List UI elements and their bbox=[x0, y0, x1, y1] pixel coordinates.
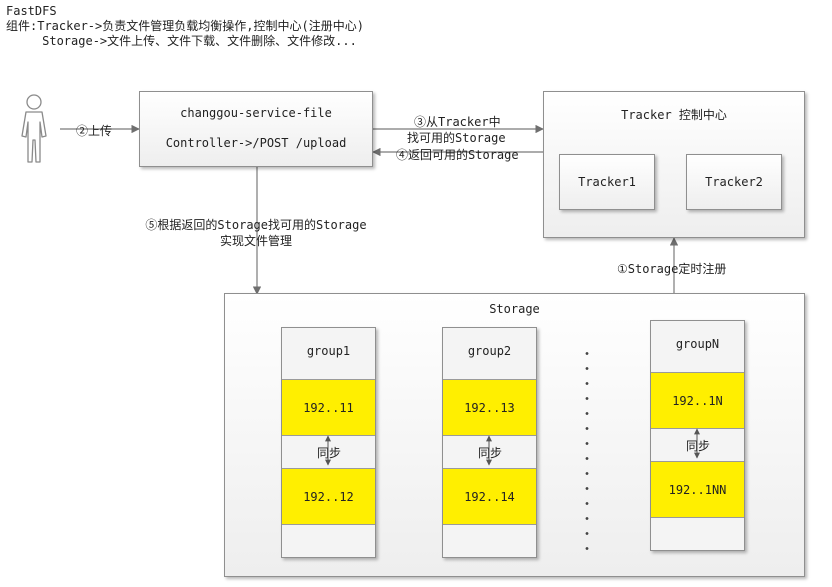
group2-server-1[interactable]: 192..13 bbox=[443, 379, 536, 436]
user-icon bbox=[21, 94, 47, 163]
tracker1-label: Tracker1 bbox=[578, 175, 636, 189]
tracker1-node[interactable]: Tracker1 bbox=[559, 154, 655, 210]
service-box[interactable]: changgou-service-file Controller->/POST … bbox=[139, 91, 373, 167]
more-groups-ellipsis bbox=[585, 346, 589, 556]
service-name: changgou-service-file bbox=[180, 106, 332, 120]
tracker2-label: Tracker2 bbox=[705, 175, 763, 189]
register-label: ①Storage定时注册 bbox=[617, 262, 727, 276]
group2-name: group2 bbox=[467, 344, 512, 358]
groupN-name: groupN bbox=[675, 337, 720, 351]
group2-ip2: 192..14 bbox=[464, 489, 515, 504]
group1-sync-label: 同步 bbox=[315, 444, 344, 461]
groupN-server-1[interactable]: 192..1N bbox=[651, 372, 744, 429]
find-storage-label-line1: ③从Tracker中 bbox=[414, 115, 501, 129]
group1-box[interactable]: group1 192..11 同步 192..12 bbox=[281, 327, 376, 558]
tracker-title: Tracker 控制中心 bbox=[621, 108, 727, 122]
find-storage-label-line2: 找可用的Storage bbox=[407, 131, 506, 145]
manage-label-line1: ⑤根据返回的Storage找可用的Storage bbox=[145, 218, 367, 232]
tracker-box[interactable]: Tracker 控制中心 Tracker1 Tracker2 bbox=[543, 91, 805, 238]
group2-ip1: 192..13 bbox=[464, 400, 515, 415]
group1-server-2[interactable]: 192..12 bbox=[282, 468, 375, 525]
groupN-box[interactable]: groupN 192..1N 同步 192..1NN bbox=[650, 320, 745, 551]
group1-ip2: 192..12 bbox=[303, 489, 354, 504]
groupN-sync-label: 同步 bbox=[684, 437, 713, 454]
group1-name: group1 bbox=[306, 344, 351, 358]
groupN-server-2[interactable]: 192..1NN bbox=[651, 461, 744, 518]
storage-box[interactable]: Storage group1 192..11 同步 192..12 group2… bbox=[224, 293, 805, 577]
group2-server-2[interactable]: 192..14 bbox=[443, 468, 536, 525]
service-endpoint: Controller->/POST /upload bbox=[165, 136, 347, 150]
group1-ip1: 192..11 bbox=[303, 400, 354, 415]
manage-label-line2: 实现文件管理 bbox=[219, 234, 292, 248]
tracker2-node[interactable]: Tracker2 bbox=[686, 154, 782, 210]
groupN-ip1: 192..1N bbox=[672, 393, 723, 408]
return-storage-label: ④返回可用的Storage bbox=[396, 148, 519, 162]
upload-label: ②上传 bbox=[76, 124, 113, 138]
groupN-ip2: 192..1NN bbox=[668, 482, 727, 497]
storage-title: Storage bbox=[489, 302, 540, 316]
group2-box[interactable]: group2 192..13 同步 192..14 bbox=[442, 327, 537, 558]
group2-sync-label: 同步 bbox=[476, 444, 505, 461]
group1-server-1[interactable]: 192..11 bbox=[282, 379, 375, 436]
